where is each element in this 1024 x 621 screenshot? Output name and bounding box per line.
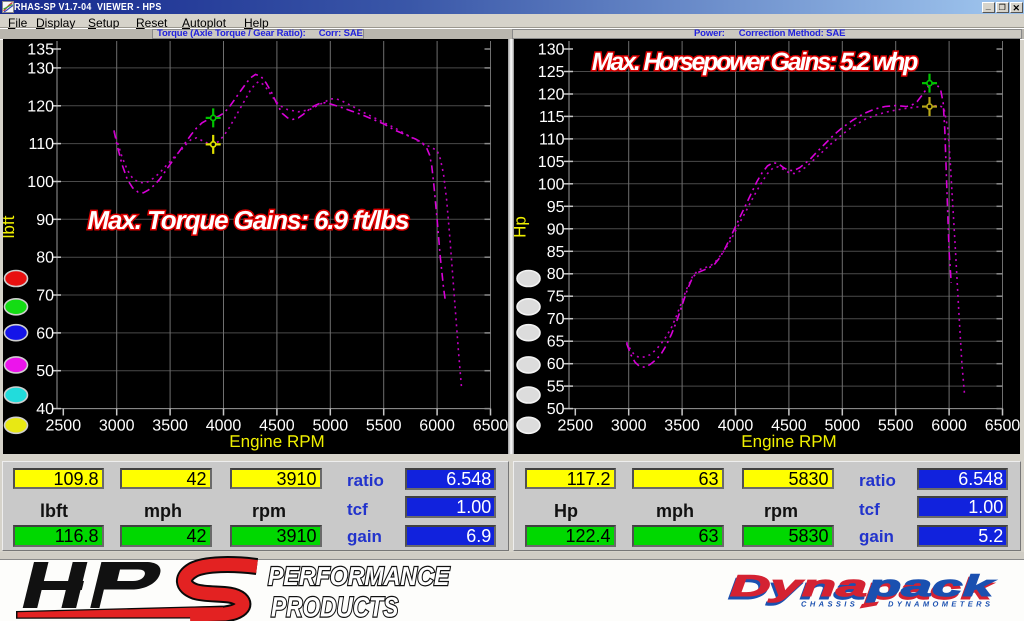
svg-text:50: 50 (36, 363, 54, 380)
svg-text:pack: pack (866, 570, 996, 603)
svg-text:90: 90 (36, 212, 54, 229)
svg-text:6500: 6500 (985, 418, 1021, 435)
svg-text:80: 80 (36, 250, 54, 267)
svg-text:3500: 3500 (152, 418, 188, 435)
svg-text:115: 115 (539, 109, 565, 126)
svg-text:130: 130 (538, 42, 565, 59)
svg-text:Max. Horsepower Gains: 5.2 wh: Max. Horsepower Gains: 5.2 whp (592, 48, 918, 76)
svg-text:135: 135 (27, 42, 54, 59)
svg-text:75: 75 (547, 289, 565, 306)
svg-text:110: 110 (28, 136, 54, 153)
svg-text:Dyna: Dyna (730, 570, 867, 603)
svg-text:Max. Torque Gains: 6.9 ft/lbs: Max. Torque Gains: 6.9 ft/lbs (87, 205, 409, 235)
svg-text:3500: 3500 (664, 418, 700, 435)
svg-text:Engine RPM: Engine RPM (229, 432, 324, 451)
svg-text:60: 60 (36, 325, 54, 342)
svg-text:5500: 5500 (878, 418, 914, 435)
svg-text:120: 120 (27, 98, 54, 115)
svg-text:120: 120 (538, 87, 565, 104)
svg-text:3000: 3000 (99, 418, 135, 435)
svg-text:2500: 2500 (558, 418, 594, 435)
svg-text:60: 60 (547, 356, 565, 373)
svg-text:95: 95 (547, 199, 565, 216)
svg-text:110: 110 (539, 131, 565, 148)
svg-text:CHASSIS: CHASSIS (801, 600, 858, 609)
svg-text:Engine RPM: Engine RPM (741, 432, 836, 451)
svg-text:100: 100 (538, 176, 565, 193)
svg-text:PERFORMANCE: PERFORMANCE (268, 561, 450, 591)
svg-text:80: 80 (547, 266, 565, 283)
svg-text:DYNAMOMETERS: DYNAMOMETERS (888, 600, 993, 609)
svg-text:2500: 2500 (46, 418, 82, 435)
svg-text:55: 55 (547, 379, 565, 396)
svg-text:90: 90 (547, 221, 565, 238)
svg-text:65: 65 (547, 334, 565, 351)
svg-text:PRODUCTS: PRODUCTS (271, 592, 399, 621)
svg-text:40: 40 (36, 401, 54, 418)
svg-text:105: 105 (538, 154, 565, 171)
svg-text:130: 130 (27, 60, 54, 77)
svg-text:125: 125 (538, 64, 565, 81)
svg-text:70: 70 (36, 288, 54, 305)
svg-text:85: 85 (547, 244, 565, 261)
svg-text:6500: 6500 (473, 418, 509, 435)
svg-text:5500: 5500 (366, 418, 402, 435)
svg-text:50: 50 (547, 401, 565, 418)
svg-text:70: 70 (547, 311, 565, 328)
svg-text:100: 100 (27, 174, 54, 191)
svg-text:6000: 6000 (931, 418, 967, 435)
svg-text:6000: 6000 (419, 418, 455, 435)
svg-text:3000: 3000 (611, 418, 647, 435)
